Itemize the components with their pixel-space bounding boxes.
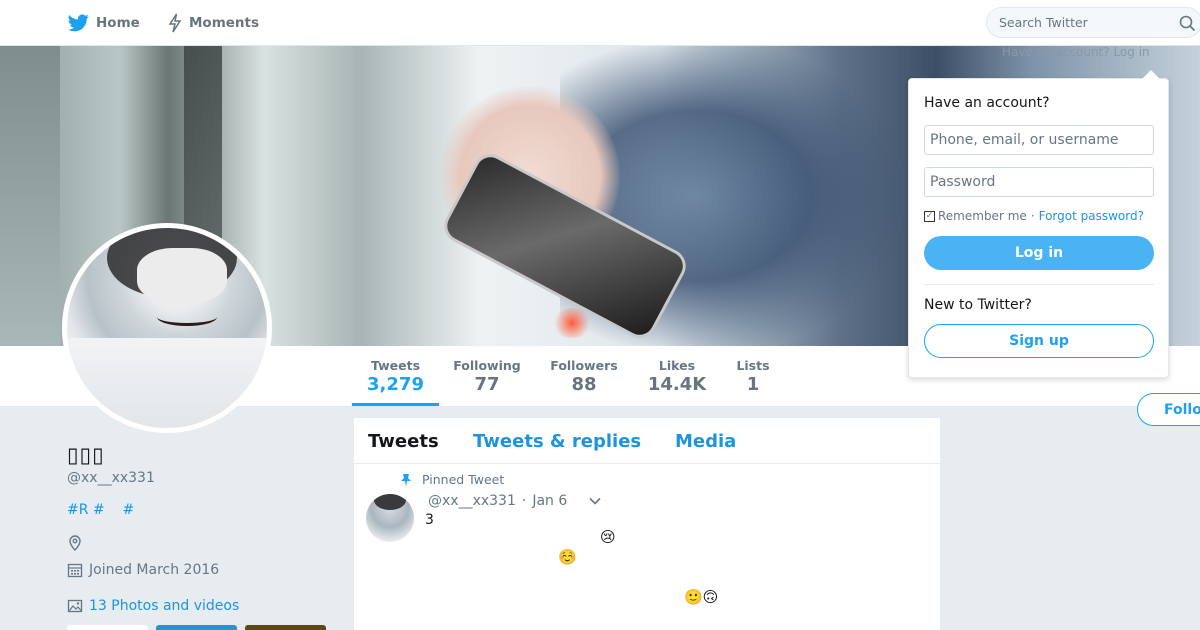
new-to-twitter-heading: New to Twitter? — [924, 297, 1032, 313]
stat-label: Lists — [736, 358, 770, 373]
tab-tweets-and-replies[interactable]: Tweets & replies — [473, 431, 641, 452]
tweet-avatar[interactable] — [366, 494, 414, 542]
remember-row: ✓ Remember me · Forgot password? — [924, 209, 1144, 223]
profile-bio[interactable]: #R # # — [67, 502, 134, 518]
login-heading: Have an account? — [924, 95, 1050, 111]
password-field[interactable] — [924, 167, 1154, 197]
profile-handle: @xx__xx331 — [67, 470, 155, 486]
nav-home[interactable]: Home — [68, 0, 140, 46]
remember-label: Remember me — [938, 209, 1027, 223]
tweet-emoji: 🙂🙃 — [684, 588, 719, 606]
chevron-down-icon[interactable] — [589, 497, 601, 505]
profile-avatar[interactable] — [62, 223, 272, 433]
follow-button[interactable]: Follow — [1137, 393, 1200, 426]
timeline-tabs: Tweets Tweets & replies Media — [354, 418, 940, 464]
login-button[interactable]: Log in — [924, 236, 1154, 270]
search-icon[interactable] — [1179, 15, 1196, 36]
nav-moments-label: Moments — [189, 15, 260, 31]
signup-button[interactable]: Sign up — [924, 324, 1154, 358]
media-thumbnail[interactable] — [245, 625, 326, 630]
login-dropdown: Have an account? ✓ Remember me · Forgot … — [908, 70, 1169, 378]
media-thumbnail[interactable] — [67, 625, 148, 630]
stat-label: Tweets — [370, 358, 421, 373]
timeline: Tweets Tweets & replies Media Pinned Twe… — [353, 417, 941, 630]
twitter-bird-icon — [68, 14, 89, 32]
nav-moments[interactable]: Moments — [168, 0, 259, 46]
dropdown-caret — [1142, 70, 1160, 79]
calendar-icon — [67, 562, 85, 578]
photos-videos-link[interactable]: 13 Photos and videos — [67, 598, 239, 614]
tweet-emoji: ☺️ — [558, 548, 577, 566]
lightning-icon — [168, 13, 182, 33]
stat-label: Likes — [658, 358, 696, 373]
image-icon — [67, 598, 85, 614]
tweet-handle[interactable]: @xx__xx331 — [428, 493, 516, 509]
divider — [924, 284, 1154, 285]
top-navigation: Home Moments — [0, 0, 1200, 46]
stat-following[interactable]: Following 77 — [447, 346, 527, 406]
tweet-emoji: 😢 — [600, 528, 616, 546]
stat-value: 77 — [474, 374, 500, 395]
search-input[interactable] — [999, 15, 1169, 30]
stat-value: 88 — [571, 374, 597, 395]
pin-icon — [400, 473, 412, 487]
stat-lists[interactable]: Lists 1 — [730, 346, 776, 406]
forgot-password-link[interactable]: Forgot password? — [1039, 209, 1144, 223]
nav-home-label: Home — [96, 15, 140, 31]
stat-likes[interactable]: Likes 14.4K — [642, 346, 712, 406]
stat-label: Following — [453, 358, 521, 373]
username-field[interactable] — [924, 125, 1154, 155]
tab-tweets[interactable]: Tweets — [368, 431, 439, 452]
location-pin-icon — [67, 535, 85, 551]
profile-joined: Joined March 2016 — [67, 562, 219, 578]
stat-value: 1 — [746, 374, 760, 395]
profile-location — [67, 535, 89, 551]
tweet-header: @xx__xx331 · Jan 6 — [428, 493, 601, 509]
photos-videos-label: 13 Photos and videos — [89, 598, 240, 614]
profile-name: ▯▯▯ — [67, 443, 105, 467]
search-box — [986, 7, 1200, 38]
stat-followers[interactable]: Followers 88 — [546, 346, 622, 406]
tweet-separator: · — [521, 493, 527, 509]
login-hint[interactable]: Have an account? Log in — [1002, 45, 1150, 59]
stat-tweets[interactable]: Tweets 3,279 — [352, 346, 439, 406]
remember-separator: · — [1030, 209, 1035, 223]
joined-date: Joined March 2016 — [89, 562, 220, 578]
stat-value: 3,279 — [367, 374, 424, 395]
tab-media[interactable]: Media — [675, 431, 736, 452]
tweet-date[interactable]: Jan 6 — [532, 493, 567, 509]
remember-checkbox[interactable]: ✓ — [924, 210, 935, 222]
stat-value: 14.4K — [647, 374, 707, 395]
stat-label: Followers — [550, 358, 618, 373]
pinned-tweet-label: Pinned Tweet — [400, 472, 504, 487]
tweet-text: 3 — [425, 512, 434, 528]
pinned-text: Pinned Tweet — [422, 472, 505, 487]
media-thumbnail[interactable] — [156, 625, 237, 630]
